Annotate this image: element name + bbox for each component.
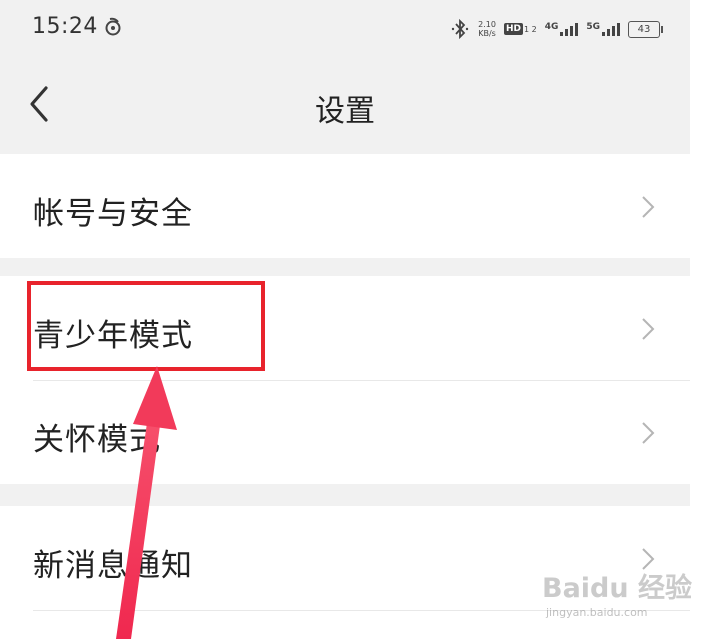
settings-item-label: 帐号与安全 — [33, 196, 193, 232]
battery-icon: 43 — [628, 20, 663, 38]
hd-sub-label: 1 2 — [523, 24, 537, 34]
chevron-right-icon — [642, 318, 655, 340]
baidu-watermark: Baidu 经验 jingyan.baidu.com — [540, 560, 700, 630]
network-speed-value: 2.10 — [478, 20, 496, 29]
settings-item-account-security[interactable]: 帐号与安全 — [0, 154, 690, 258]
signal-5g-label: 5G — [586, 22, 600, 32]
status-time: 15:24 — [32, 14, 98, 39]
signal-bars-icon — [602, 23, 620, 36]
network-speed: 2.10 KB/s — [478, 20, 496, 38]
settings-group-account: 帐号与安全 — [0, 154, 690, 258]
watermark-sub: jingyan.baidu.com — [546, 606, 648, 619]
highlight-box — [27, 281, 265, 371]
network-speed-unit: KB/s — [478, 29, 496, 38]
right-margin — [690, 0, 709, 639]
weibo-logo-icon — [105, 17, 121, 36]
chevron-right-icon — [642, 196, 655, 218]
hd-voice-badge: HD 1 2 — [503, 23, 537, 35]
settings-item-care-mode[interactable]: 关怀模式 — [0, 380, 690, 484]
watermark-main: Baidu 经验 — [542, 573, 693, 604]
settings-item-label: 新消息通知 — [33, 548, 193, 584]
settings-item-label: 关怀模式 — [33, 422, 161, 458]
chevron-right-icon — [642, 422, 655, 444]
status-icons: 2.10 KB/s HD 1 2 4G 5G 43 — [450, 16, 663, 42]
page-title: 设置 — [315, 94, 375, 129]
bluetooth-icon — [451, 18, 469, 40]
signal-4g: 4G — [545, 22, 579, 36]
status-bar: 15:24 2.10 KB/s HD 1 2 4G 5G 43 — [0, 0, 690, 58]
signal-bars-icon — [560, 23, 579, 36]
signal-4g-label: 4G — [544, 22, 559, 32]
hd-label: HD — [503, 23, 523, 35]
title-bar: 设置 — [0, 58, 690, 153]
signal-5g: 5G — [586, 22, 620, 36]
